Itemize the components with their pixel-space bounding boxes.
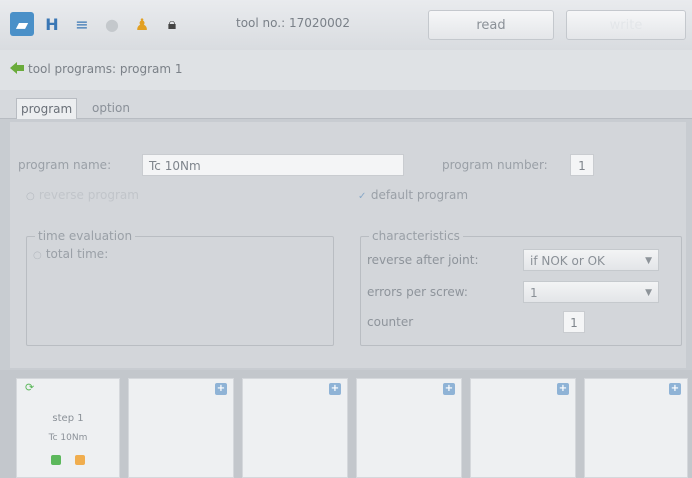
- checkmark-icon: ✓: [358, 191, 367, 202]
- dropdown-arrow-icon: ▼: [645, 256, 652, 266]
- program-panel: program name: Tc 10Nm program number: 1 …: [10, 122, 686, 368]
- tool-number-label: tool no.: 17020002: [236, 16, 351, 30]
- default-program-checkbox[interactable]: ✓ default program: [358, 188, 468, 202]
- errors-per-screw-select[interactable]: 1 ▼: [523, 281, 659, 303]
- step-card-empty[interactable]: +: [356, 378, 462, 478]
- reverse-after-joint-value: if NOK or OK: [530, 254, 605, 268]
- program-name-label: program name:: [18, 158, 112, 172]
- step-subtitle: Tc 10Nm: [48, 433, 88, 443]
- read-button[interactable]: read: [428, 10, 554, 40]
- reverse-program-label: reverse program: [38, 188, 139, 202]
- tab-bar: program option: [0, 90, 692, 119]
- list-icon[interactable]: ≡: [70, 12, 94, 36]
- step-card-active[interactable]: ⟳ step 1 Tc 10Nm: [16, 378, 120, 478]
- refresh-icon: ⟳: [25, 381, 35, 394]
- toolbar: ▰ H ≡ ● ♟ 🔒︎ tool no.: 17020002 read wri…: [0, 0, 692, 51]
- default-program-label: default program: [370, 188, 469, 202]
- add-step-icon[interactable]: +: [329, 383, 341, 395]
- add-step-icon[interactable]: +: [215, 383, 227, 395]
- characteristics-title: characteristics: [369, 229, 463, 243]
- reverse-after-joint-select[interactable]: if NOK or OK ▼: [523, 249, 659, 271]
- dropdown-arrow-icon: ▼: [645, 288, 652, 298]
- step-card-empty[interactable]: +: [470, 378, 576, 478]
- breadcrumb-text: tool programs: program 1: [28, 62, 183, 76]
- counter-input[interactable]: 1: [563, 311, 585, 333]
- program-name-input[interactable]: Tc 10Nm: [142, 154, 404, 176]
- program-number-label: program number:: [442, 158, 548, 172]
- step-card-empty[interactable]: +: [584, 378, 688, 478]
- characteristics-group: characteristics reverse after joint: if …: [360, 229, 682, 346]
- step-card-empty[interactable]: +: [128, 378, 234, 478]
- save-icon[interactable]: H: [40, 12, 64, 36]
- lock-icon[interactable]: 🔒︎: [160, 12, 184, 36]
- time-evaluation-group: time evaluation ○ total time:: [26, 229, 334, 346]
- errors-per-screw-value: 1: [530, 286, 538, 300]
- checkbox-icon: ○: [26, 191, 35, 202]
- errors-per-screw-label: errors per screw:: [367, 285, 468, 299]
- total-time-row: ○ total time:: [33, 247, 108, 261]
- disabled-icon: ●: [105, 14, 119, 34]
- user-icon[interactable]: ♟: [130, 12, 154, 36]
- add-step-icon[interactable]: +: [669, 383, 681, 395]
- tab-program[interactable]: program: [16, 98, 78, 119]
- write-button[interactable]: write: [566, 10, 686, 40]
- reverse-after-joint-label: reverse after joint:: [367, 253, 479, 267]
- reverse-program-checkbox[interactable]: ○ reverse program: [26, 188, 139, 202]
- add-step-icon[interactable]: +: [443, 383, 455, 395]
- breadcrumb: tool programs: program 1: [0, 50, 692, 91]
- ok-icon[interactable]: [51, 455, 61, 465]
- tab-option[interactable]: option: [88, 98, 134, 118]
- total-time-label: total time:: [45, 247, 109, 261]
- counter-label: counter: [367, 315, 414, 329]
- checkbox-icon: ○: [33, 250, 42, 261]
- back-arrow-icon[interactable]: [10, 61, 24, 75]
- step-title: step 1: [52, 413, 84, 424]
- folder-icon[interactable]: ▰: [10, 12, 34, 36]
- step-card-empty[interactable]: +: [242, 378, 348, 478]
- add-step-icon[interactable]: +: [557, 383, 569, 395]
- step-bar: ⟳ step 1 Tc 10Nm + + + + +: [0, 370, 692, 478]
- time-evaluation-title: time evaluation: [35, 229, 136, 243]
- edit-icon[interactable]: [75, 455, 85, 465]
- program-number-input[interactable]: 1: [570, 154, 594, 176]
